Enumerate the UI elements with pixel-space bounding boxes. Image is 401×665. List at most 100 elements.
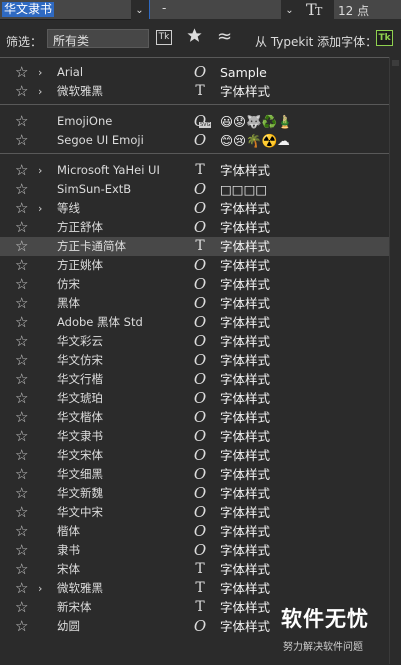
- font-name: 方正卡通简体: [57, 239, 126, 253]
- chevron-down-icon: ⌄: [53, 33, 61, 43]
- otf-font-type-icon: O: [193, 465, 207, 483]
- favorite-star-icon[interactable]: ☆: [15, 447, 28, 464]
- favorite-star-icon[interactable]: ☆: [15, 561, 28, 578]
- font-name: SimSun-ExtB: [57, 182, 132, 196]
- typekit-filter-button[interactable]: Tk: [156, 30, 172, 45]
- favorite-star-icon[interactable]: ☆: [15, 162, 28, 179]
- font-name: Microsoft YaHei UI: [57, 163, 160, 177]
- font-list-item[interactable]: ☆ 华文隶书 O 字体样式: [0, 427, 389, 446]
- font-list-item[interactable]: ☆ 华文新魏 O 字体样式: [0, 484, 389, 503]
- favorite-star-icon[interactable]: ☆: [15, 64, 28, 81]
- font-sample: 字体样式: [220, 429, 271, 444]
- font-list-item[interactable]: ☆ 华文琥珀 O 字体样式: [0, 389, 389, 408]
- favorite-star-icon[interactable]: ☆: [15, 257, 28, 274]
- font-list-item[interactable]: ☆ › 微软雅黑 T 字体样式: [0, 82, 389, 101]
- favorite-star-icon[interactable]: ☆: [15, 314, 28, 331]
- font-sample: 字体样式: [220, 353, 271, 368]
- favorite-star-icon[interactable]: ☆: [15, 83, 28, 100]
- favorite-star-icon[interactable]: ☆: [15, 542, 28, 559]
- font-list-item[interactable]: ☆ 华文细黑 O 字体样式: [0, 465, 389, 484]
- otf-font-type-icon: O: [193, 218, 207, 236]
- font-list-item[interactable]: ☆ 华文楷体 O 字体样式: [0, 408, 389, 427]
- font-sample: 字体样式: [220, 220, 271, 235]
- favorite-star-icon[interactable]: ☆: [15, 276, 28, 293]
- font-size-input[interactable]: 12 点: [334, 0, 401, 19]
- font-list-item[interactable]: ☆ 方正舒体 O 字体样式: [0, 218, 389, 237]
- font-sample: □□□□: [220, 182, 268, 197]
- font-list-item[interactable]: ☆ 华文行楷 O 字体样式: [0, 370, 389, 389]
- favorite-star-icon[interactable]: ☆: [15, 580, 28, 597]
- font-family-value[interactable]: 华文隶书: [2, 2, 55, 17]
- expand-chevron-icon[interactable]: ›: [38, 200, 42, 217]
- favorite-star-icon[interactable]: ☆: [15, 181, 28, 198]
- font-style-dropdown-icon[interactable]: ⌄: [282, 0, 297, 20]
- typekit-add-button[interactable]: Tk: [376, 30, 393, 46]
- favorite-star-icon[interactable]: ☆: [15, 390, 28, 407]
- otf-font-type-icon: O: [193, 427, 207, 445]
- favorite-star-icon[interactable]: ☆: [15, 333, 28, 350]
- font-list-item[interactable]: ☆ 方正卡通简体 T 字体样式: [0, 237, 389, 256]
- svg-badge: SVG: [199, 122, 212, 128]
- font-list-item[interactable]: ☆ 华文彩云 O 字体样式: [0, 332, 389, 351]
- font-name: 华文行楷: [57, 372, 103, 386]
- font-family-input[interactable]: 华文隶书: [0, 0, 131, 20]
- font-list-item[interactable]: ☆ › 等线 O 字体样式: [0, 199, 389, 218]
- favorite-star-icon[interactable]: ☆: [15, 428, 28, 445]
- font-name: 微软雅黑: [57, 84, 103, 98]
- favorite-star-icon[interactable]: ☆: [15, 504, 28, 521]
- favorite-star-icon[interactable]: ☆: [15, 219, 28, 236]
- otf-font-type-icon: O: [193, 351, 207, 369]
- font-list-item[interactable]: ☆ EmojiOne O SVG 😃😟🐺♻️🎍: [0, 112, 389, 131]
- expand-chevron-icon[interactable]: ›: [38, 162, 42, 179]
- favorites-filter-icon[interactable]: [186, 27, 203, 49]
- watermark-title: 软件无忧: [281, 607, 369, 631]
- favorite-star-icon[interactable]: ☆: [15, 618, 28, 635]
- favorite-star-icon[interactable]: ☆: [15, 200, 28, 217]
- font-list-item[interactable]: ☆ 隶书 O 字体样式: [0, 541, 389, 560]
- font-sample: 😃😟🐺♻️🎍: [220, 114, 293, 129]
- favorite-star-icon[interactable]: ☆: [15, 352, 28, 369]
- font-list-item[interactable]: ☆ 楷体 O 字体样式: [0, 522, 389, 541]
- favorite-star-icon[interactable]: ☆: [15, 295, 28, 312]
- font-style-value: -: [162, 1, 167, 15]
- otf-font-type-icon: O: [193, 503, 207, 521]
- similar-fonts-icon[interactable]: ≈: [217, 26, 232, 47]
- font-sample: 字体样式: [220, 505, 271, 520]
- font-list-item[interactable]: ☆ 华文仿宋 O 字体样式: [0, 351, 389, 370]
- favorite-star-icon[interactable]: ☆: [15, 523, 28, 540]
- font-class-select[interactable]: 所有类 ⌄: [47, 29, 149, 48]
- favorite-star-icon[interactable]: ☆: [15, 238, 28, 255]
- font-sample: 字体样式: [220, 448, 271, 463]
- font-sample: 字体样式: [220, 524, 271, 539]
- favorite-star-icon[interactable]: ☆: [15, 113, 28, 130]
- font-list-item[interactable]: ☆ › 微软雅黑 T 字体样式: [0, 579, 389, 598]
- expand-chevron-icon[interactable]: ›: [38, 64, 42, 81]
- font-list-item[interactable]: ☆ › Arial O Sample: [0, 63, 389, 82]
- favorite-star-icon[interactable]: ☆: [15, 132, 28, 149]
- font-sample: 字体样式: [220, 296, 271, 311]
- font-list-item[interactable]: ☆ 华文中宋 O 字体样式: [0, 503, 389, 522]
- expand-chevron-icon[interactable]: ›: [38, 580, 42, 597]
- font-list-item[interactable]: ☆ 宋体 T 字体样式: [0, 560, 389, 579]
- font-list-item[interactable]: ☆ SimSun-ExtB O □□□□: [0, 180, 389, 199]
- font-list-item[interactable]: ☆ 黑体 O 字体样式: [0, 294, 389, 313]
- scrollbar[interactable]: [389, 57, 401, 664]
- font-name: 华文彩云: [57, 334, 103, 348]
- font-list-item[interactable]: ☆ › Microsoft YaHei UI T 字体样式: [0, 161, 389, 180]
- font-list-item[interactable]: ☆ Segoe UI Emoji O 😊😢🌴☢️☁: [0, 131, 389, 150]
- ttf-font-type-icon: T: [195, 162, 205, 178]
- font-list-item[interactable]: ☆ 华文宋体 O 字体样式: [0, 446, 389, 465]
- favorite-star-icon[interactable]: ☆: [15, 409, 28, 426]
- font-list-item[interactable]: ☆ 仿宋 O 字体样式: [0, 275, 389, 294]
- favorite-star-icon[interactable]: ☆: [15, 485, 28, 502]
- favorite-star-icon[interactable]: ☆: [15, 371, 28, 388]
- favorite-star-icon[interactable]: ☆: [15, 599, 28, 616]
- font-style-input[interactable]: -: [149, 0, 281, 19]
- expand-chevron-icon[interactable]: ›: [38, 83, 42, 100]
- scrollbar-thumb[interactable]: [392, 60, 399, 66]
- font-list-item[interactable]: ☆ 方正姚体 O 字体样式: [0, 256, 389, 275]
- font-family-dropdown-icon[interactable]: ⌄: [132, 0, 147, 20]
- favorite-star-icon[interactable]: ☆: [15, 466, 28, 483]
- character-toolbar: 华文隶书 ⌄ - ⌄ T T 12 点: [0, 0, 401, 20]
- font-list-item[interactable]: ☆ Adobe 黑体 Std O 字体样式: [0, 313, 389, 332]
